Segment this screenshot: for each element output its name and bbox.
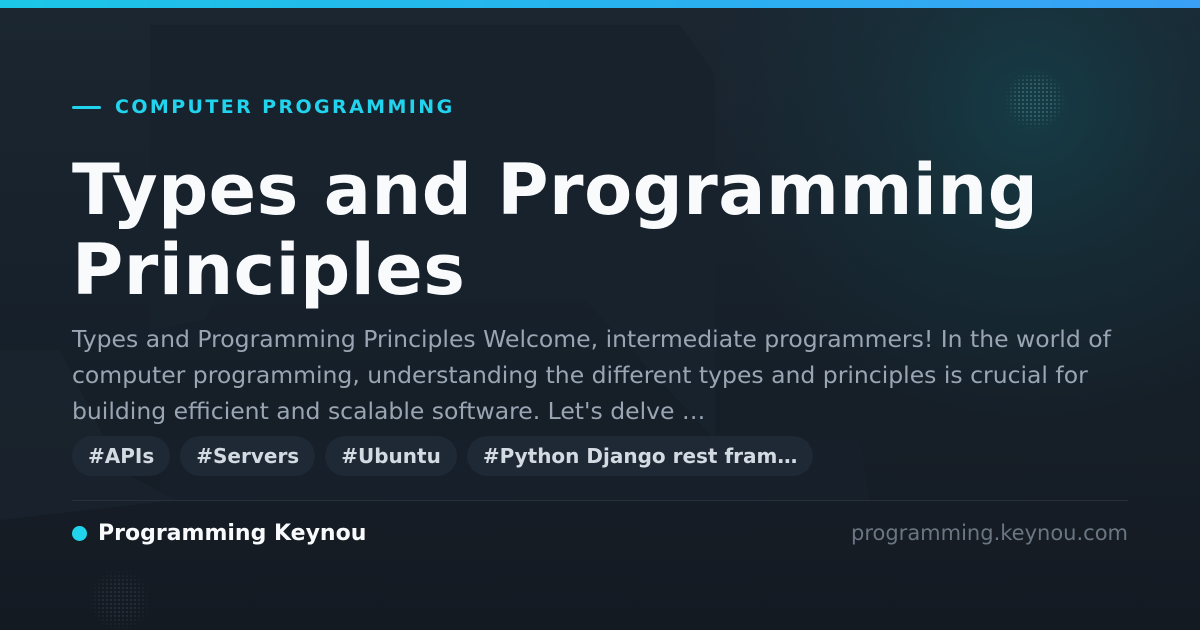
footer-divider (72, 500, 1128, 501)
tag-list: #APIs #Servers #Ubuntu #Python Django re… (72, 436, 814, 476)
tag-python-django[interactable]: #Python Django rest fram… (466, 436, 814, 476)
article-description: Types and Programming Principles Welcome… (72, 325, 1111, 425)
top-accent-bar (0, 0, 1200, 8)
page-title: Types and Programming Principles (72, 149, 1039, 311)
category-text: COMPUTER PROGRAMMING (115, 96, 455, 118)
category-line-icon (72, 105, 101, 109)
brand-name: Programming Keynou (98, 520, 367, 546)
tag-apis[interactable]: #APIs (72, 436, 171, 476)
tag-servers[interactable]: #Servers (180, 436, 316, 476)
dot-pattern-decoration (1005, 70, 1065, 130)
dot-pattern-decoration-bottom (85, 570, 155, 630)
category-label: COMPUTER PROGRAMMING (72, 96, 455, 118)
site-url[interactable]: programming.keynou.com (851, 518, 1128, 548)
brand-dot-icon (72, 525, 87, 541)
og-card: COMPUTER PROGRAMMING Types and Programmi… (0, 0, 1200, 630)
brand: Programming Keynou (72, 518, 366, 548)
tag-ubuntu[interactable]: #Ubuntu (325, 436, 457, 476)
